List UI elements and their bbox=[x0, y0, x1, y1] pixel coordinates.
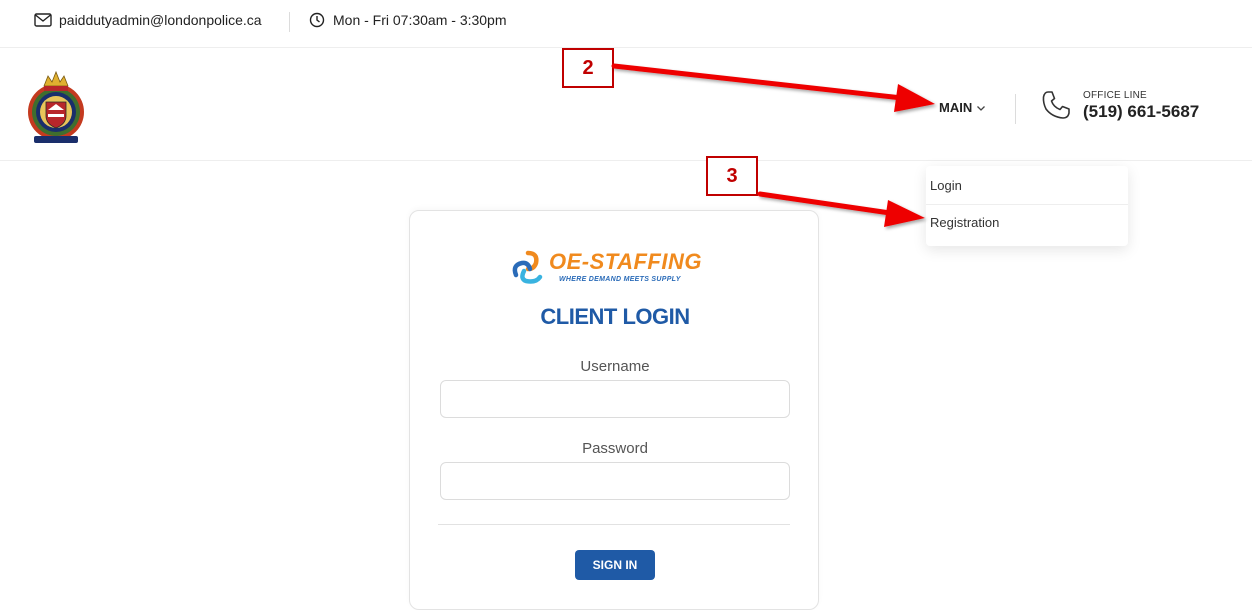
brand-name: OE-STAFFING bbox=[549, 249, 702, 274]
callout-3: 3 bbox=[706, 156, 758, 196]
email-text[interactable]: paiddutyadmin@londonpolice.ca bbox=[59, 12, 262, 28]
password-input[interactable] bbox=[440, 462, 790, 500]
chevron-down-icon bbox=[977, 105, 986, 111]
top-info-bar: paiddutyadmin@londonpolice.ca Mon - Fri … bbox=[0, 0, 1252, 48]
oe-staffing-logo: OE-STAFFING WHERE DEMAND MEETS SUPPLY bbox=[510, 247, 720, 287]
office-line-number[interactable]: (519) 661-5687 bbox=[1083, 102, 1199, 122]
password-label: Password bbox=[582, 440, 648, 457]
callout-2: 2 bbox=[562, 48, 614, 88]
topbar-divider bbox=[289, 12, 290, 32]
login-card: OE-STAFFING WHERE DEMAND MEETS SUPPLY CL… bbox=[409, 210, 819, 610]
menu-item-registration[interactable]: Registration bbox=[930, 215, 999, 230]
phone-icon bbox=[1042, 91, 1070, 119]
trefoil-logo-icon bbox=[512, 250, 543, 284]
main-menu-toggle[interactable]: MAIN bbox=[939, 100, 986, 115]
main-menu-label[interactable]: MAIN bbox=[939, 100, 972, 115]
office-hours: Mon - Fri 07:30am - 3:30pm bbox=[309, 12, 507, 28]
username-label: Username bbox=[580, 358, 650, 375]
page-title: CLIENT LOGIN bbox=[540, 304, 690, 329]
header-divider bbox=[1015, 94, 1016, 124]
menu-item-login[interactable]: Login bbox=[930, 178, 962, 193]
contact-email[interactable]: paiddutyadmin@londonpolice.ca bbox=[34, 12, 262, 28]
card-divider bbox=[438, 524, 790, 525]
site-header: MAIN OFFICE LINE (519) 661-5687 bbox=[0, 48, 1252, 161]
police-crest-logo[interactable] bbox=[24, 64, 88, 146]
username-input[interactable] bbox=[440, 380, 790, 418]
office-line-label: OFFICE LINE bbox=[1083, 90, 1147, 101]
brand-tagline: WHERE DEMAND MEETS SUPPLY bbox=[559, 276, 681, 283]
hours-text: Mon - Fri 07:30am - 3:30pm bbox=[333, 12, 507, 28]
main-menu-dropdown: Login Registration bbox=[926, 166, 1128, 246]
dropdown-divider bbox=[926, 204, 1128, 205]
envelope-icon bbox=[34, 13, 52, 27]
clock-icon bbox=[309, 12, 325, 28]
